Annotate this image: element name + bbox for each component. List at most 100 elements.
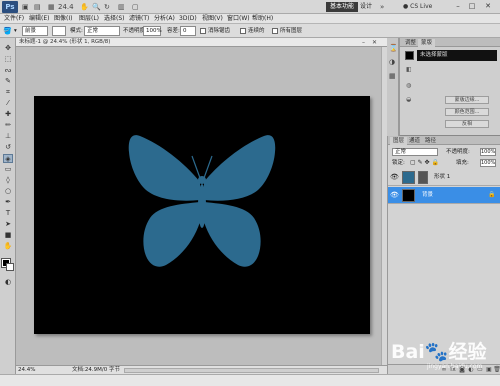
paint-bucket-tool-icon[interactable]: ◈ [3,154,13,163]
layer-name[interactable]: 背景 [422,191,433,199]
hand-tool-icon[interactable]: ✋ [3,242,13,251]
workspace-more-icon[interactable]: » [380,2,384,12]
marquee-tool-icon[interactable]: ⬚ [3,55,13,64]
contiguous-checkbox[interactable] [240,28,246,34]
tolerance-input[interactable]: 0 [180,26,196,36]
cs-live-button[interactable]: ● CS Live [403,2,432,12]
layer-thumbnail [402,189,415,202]
invert-button[interactable]: 反相 [445,120,489,128]
minimize-icon[interactable]: – [452,1,464,12]
document-tab[interactable]: 未标题-1 @ 24.4% (形状 1, RGB/8) – ✕ [16,38,387,47]
layer-name[interactable]: 形状 1 [434,173,450,181]
mini-bridge-icon[interactable]: ▤ [34,2,41,12]
eraser-tool-icon[interactable]: ▭ [3,165,13,174]
menu-help[interactable]: 帮助(H) [252,14,273,24]
zoom-percent[interactable]: 24.4 [58,2,74,12]
history-brush-tool-icon[interactable]: ↺ [3,143,13,152]
mode-label: 模式: [70,28,83,34]
blend-mode-select[interactable]: 正常 [392,148,438,156]
type-tool-icon[interactable]: T [3,209,13,218]
eyedropper-tool-icon[interactable]: ⁄ [3,99,13,108]
maximize-icon[interactable]: □ [466,1,478,12]
clone-stamp-tool-icon[interactable]: ⊥ [3,132,13,141]
layer-opacity-input[interactable]: 100% [480,148,496,156]
menu-analysis[interactable]: 分析(A) [154,14,175,24]
tab-layers[interactable]: 图层 [390,137,408,145]
tab-adjustments[interactable]: 调整 [402,39,419,47]
document-window: 未标题-1 @ 24.4% (形状 1, RGB/8) – ✕ 24.4% 文档… [16,38,387,374]
visibility-eye-icon[interactable]: 👁 [390,191,399,199]
bridge-icon[interactable]: ▣ [22,2,29,12]
path-select-tool-icon[interactable]: ➤ [3,220,13,229]
lock-icon: 🔒 [488,191,496,198]
all-layers-checkbox[interactable] [272,28,278,34]
opacity-input[interactable]: 100% [143,26,162,36]
menu-edit[interactable]: 编辑(E) [29,14,49,24]
visibility-eye-icon[interactable]: 👁 [390,173,399,181]
document-close-icon[interactable]: ✕ [372,38,377,47]
title-bar: Ps ▣ ▤ ▦ 24.4 ✋ 🔍 ↻ ▥ ▢ 基本功能 设计 » ● CS L… [0,0,500,14]
tab-paths[interactable]: 路径 [422,137,439,145]
menu-3d[interactable]: 3D(D) [179,14,197,24]
color-range-button[interactable]: 颜色范围... [445,108,489,116]
fill-source-select[interactable]: 前景 [22,26,48,36]
taskbar [0,374,500,386]
pattern-picker[interactable] [52,26,66,36]
menu-view[interactable]: 视图(V) [202,14,223,24]
rotate-view-icon[interactable]: ↻ [104,2,110,12]
canvas[interactable] [34,96,370,334]
tab-channels[interactable]: 通道 [406,137,423,145]
healing-brush-tool-icon[interactable]: ✚ [3,110,13,119]
screen-mode-icon[interactable]: ▢ [132,2,139,12]
paint-bucket-tool-icon[interactable]: 🪣 [3,27,12,35]
tool-preset-dropdown-icon[interactable]: ▾ [14,27,17,35]
toolbox: ✥ ⬚ ᔓ ✎ ⌗ ⁄ ✚ ✏ ⊥ ↺ ◈ ▭ ◊ ○ ✒ T ➤ ■ ✋ ◐ [0,38,16,374]
tolerance-label: 容差: [167,28,180,34]
hand-tool-icon[interactable]: ✋ [80,2,89,12]
workspace-essentials-button[interactable]: 基本功能 [326,2,359,12]
layers-panel-tabs: 图层 通道 路径 [388,136,500,145]
tab-masks[interactable]: 蒙版 [418,39,436,47]
watermark-brand-cn: 经验 [448,341,487,363]
menu-file[interactable]: 文件(F) [4,14,24,24]
background-color-swatch[interactable] [6,263,14,271]
quick-mask-icon[interactable]: ◐ [3,278,13,287]
dodge-tool-icon[interactable]: ○ [3,187,13,196]
menu-layer[interactable]: 图层(L) [79,14,99,24]
horizontal-scrollbar[interactable] [124,368,379,373]
vector-mask-thumbnail [418,171,428,184]
pen-tool-icon[interactable]: ✒ [3,198,13,207]
mask-edge-button[interactable]: 蒙版边缘... [445,96,489,104]
layer-row[interactable]: 👁 形状 1 [388,169,500,186]
zoom-tool-icon[interactable]: 🔍 [92,2,101,12]
butterfly-shape [128,135,276,267]
lasso-tool-icon[interactable]: ᔓ [3,66,13,75]
menu-window[interactable]: 窗口(W) [227,14,250,24]
document-tab-label: 未标题-1 @ 24.4% (形状 1, RGB/8) [19,39,111,45]
shape-tool-icon[interactable]: ■ [3,231,13,240]
menu-image[interactable]: 图像(I) [54,14,72,24]
fill-input[interactable]: 100% [480,159,496,167]
guides-icon[interactable]: ▦ [48,2,55,12]
swatches-panel-icon[interactable]: ▦ [389,72,397,80]
lock-icons[interactable]: ▢ ✎ ✥ 🔒 [410,159,439,167]
crop-tool-icon[interactable]: ⌗ [3,88,13,97]
workspace-design-button[interactable]: 设计 [356,2,376,12]
menu-select[interactable]: 选择(S) [104,14,125,24]
antialias-checkbox[interactable] [200,28,206,34]
arrange-documents-icon[interactable]: ▥ [118,2,125,12]
density-icon: ◧ [406,66,412,73]
menu-filter[interactable]: 滤镜(T) [129,14,149,24]
refine-icon: ◒ [406,96,412,103]
layer-row-selected[interactable]: 👁 背景 🔒 [388,187,500,204]
close-icon[interactable]: ✕ [482,1,494,12]
history-panel-icon[interactable]: ⌛ [389,44,398,52]
blur-tool-icon[interactable]: ◊ [3,176,13,185]
color-panel-icon[interactable]: ◑ [389,58,397,66]
quick-select-tool-icon[interactable]: ✎ [3,77,13,86]
move-tool-icon[interactable]: ✥ [3,44,13,53]
mode-select[interactable]: 正常 [84,26,120,36]
document-minimize-icon[interactable]: – [362,38,365,47]
brush-tool-icon[interactable]: ✏ [3,121,13,130]
watermark-url: jingyan.baidu.com [427,363,483,370]
